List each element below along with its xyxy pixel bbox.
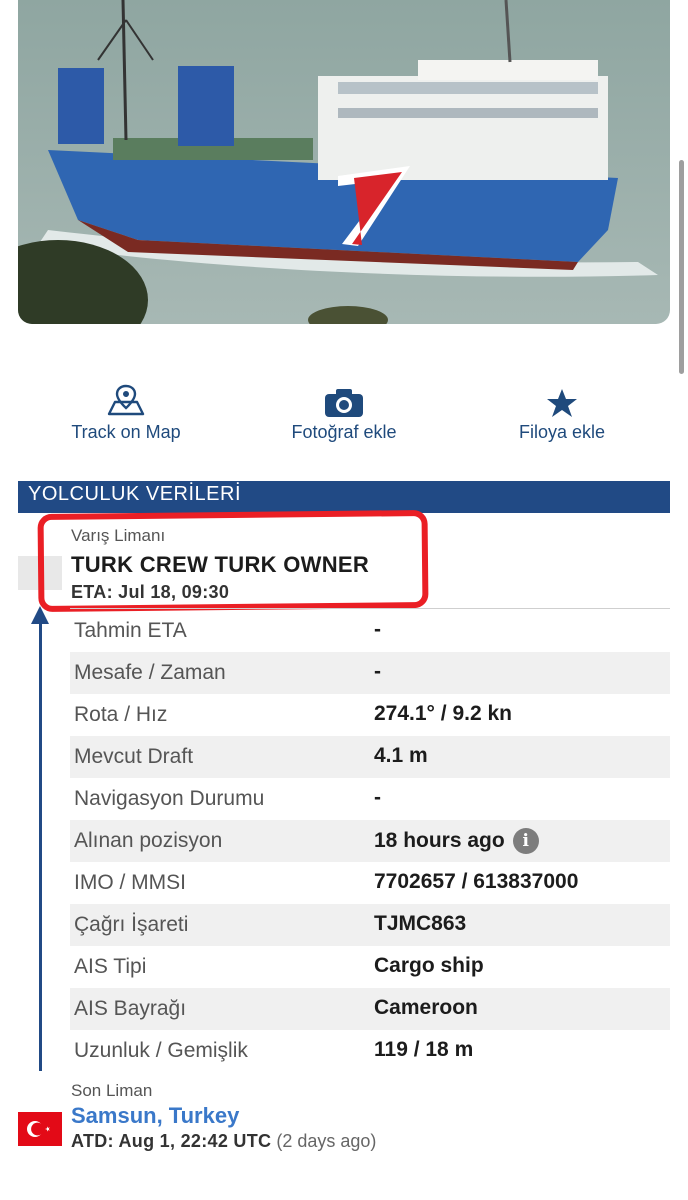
- timeline-arrow-icon: [31, 606, 49, 624]
- row-label: AIS Bayrağı: [74, 997, 187, 1020]
- row-value: Cargo ship: [374, 954, 484, 977]
- row-value: -: [374, 618, 381, 641]
- add-to-fleet-button[interactable]: Filoya ekle: [462, 384, 662, 443]
- row-value: 119 / 18 m: [374, 1038, 474, 1061]
- row-label: Alınan pozisyon: [74, 829, 223, 852]
- table-row: AIS Bayrağı Cameroon: [70, 988, 670, 1030]
- voyage-details-table: Tahmin ETA - Mesafe / Zaman - Rota / Hız…: [70, 610, 670, 1072]
- last-port: Son Liman Samsun, Turkey ATD: Aug 1, 22:…: [71, 1081, 376, 1152]
- row-label: AIS Tipi: [74, 955, 147, 978]
- vessel-photo-illustration: [18, 0, 670, 324]
- row-value: 18 hours ago: [374, 829, 505, 852]
- table-row: AIS Tipi Cargo ship: [70, 946, 670, 988]
- last-port-link[interactable]: Samsun, Turkey: [71, 1103, 376, 1129]
- row-value: 7702657 / 613837000: [374, 870, 579, 893]
- row-value: Cameroon: [374, 996, 478, 1019]
- add-photo-button[interactable]: Fotoğraf ekle: [244, 384, 444, 443]
- atd-time: ATD: Aug 1, 22:42 UTC: [71, 1131, 272, 1151]
- add-to-fleet-label: Filoya ekle: [518, 422, 606, 442]
- section-title: YOLCULUK VERİLERİ: [28, 483, 242, 505]
- table-row: Rota / Hız 274.1° / 9.2 kn: [70, 694, 670, 736]
- row-label: Uzunluk / Gemişlik: [74, 1039, 248, 1062]
- add-photo-label: Fotoğraf ekle: [291, 422, 397, 442]
- atd-relative: (2 days ago): [276, 1131, 377, 1151]
- row-value: -: [374, 660, 381, 683]
- voyage-data-header: YOLCULUK VERİLERİ: [18, 481, 670, 513]
- destination-divider: [70, 608, 670, 609]
- row-value: 4.1 m: [374, 744, 428, 767]
- map-pin-icon: [107, 384, 145, 416]
- vessel-photo[interactable]: [18, 0, 670, 324]
- row-label: Rota / Hız: [74, 703, 168, 726]
- row-label: Mevcut Draft: [74, 745, 194, 768]
- track-on-map-label: Track on Map: [71, 422, 181, 442]
- turkey-flag-icon: [18, 1112, 62, 1146]
- row-value: 274.1° / 9.2 kn: [374, 702, 512, 725]
- scroll-indicator[interactable]: [679, 160, 684, 374]
- last-port-atd: ATD: Aug 1, 22:42 UTC (2 days ago): [71, 1131, 376, 1152]
- last-port-label: Son Liman: [71, 1081, 153, 1100]
- table-row: Mesafe / Zaman -: [70, 652, 670, 694]
- table-row: Mevcut Draft 4.1 m: [70, 736, 670, 778]
- info-icon[interactable]: i: [512, 828, 539, 854]
- red-annotation-box: [37, 509, 429, 613]
- track-on-map-button[interactable]: Track on Map: [26, 384, 226, 443]
- row-value: -: [374, 786, 381, 809]
- row-label: Çağrı İşareti: [74, 913, 189, 936]
- row-value-with-info: 18 hours ago i: [374, 828, 539, 854]
- row-label: IMO / MMSI: [74, 871, 186, 894]
- action-bar: Track on Map Fotoğraf ekle Filoya ekle: [0, 384, 688, 444]
- row-value: TJMC863: [374, 912, 467, 935]
- table-row: IMO / MMSI 7702657 / 613837000: [70, 862, 670, 904]
- row-label: Tahmin ETA: [74, 619, 187, 642]
- table-row: Alınan pozisyon 18 hours ago i: [70, 820, 670, 862]
- table-row: Navigasyon Durumu -: [70, 778, 670, 820]
- table-row: Tahmin ETA -: [70, 610, 670, 652]
- table-row: Çağrı İşareti TJMC863: [70, 904, 670, 946]
- row-label: Mesafe / Zaman: [74, 661, 226, 684]
- star-icon: [547, 389, 577, 417]
- table-row: Uzunluk / Gemişlik 119 / 18 m: [70, 1030, 670, 1072]
- camera-icon: [325, 389, 363, 417]
- row-label: Navigasyon Durumu: [74, 787, 265, 810]
- voyage-timeline-line: [39, 616, 42, 1071]
